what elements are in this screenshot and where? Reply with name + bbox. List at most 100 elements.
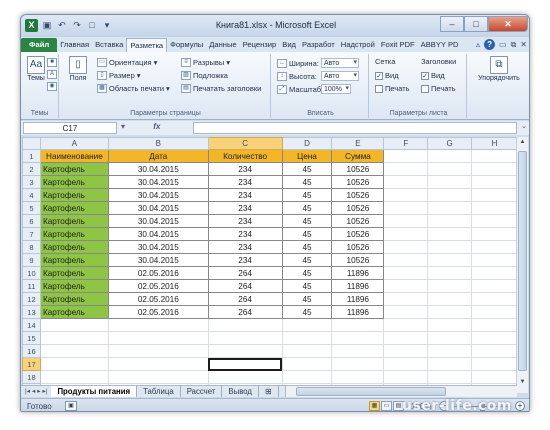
tab-1[interactable]: Главная	[57, 38, 92, 52]
scroll-up-icon[interactable]: ▲	[517, 137, 528, 148]
cell-f3[interactable]	[383, 175, 429, 189]
margins-button[interactable]: ▯ Поля	[65, 56, 91, 83]
cell-e12[interactable]: 11896	[331, 292, 385, 306]
cell-h16[interactable]	[471, 344, 518, 358]
cell-d5[interactable]: 45	[281, 201, 333, 215]
column-header-g[interactable]: G	[427, 137, 473, 150]
cell-d9[interactable]: 45	[281, 253, 333, 267]
cell-c6[interactable]: 234	[207, 214, 283, 228]
cell-g8[interactable]	[427, 240, 473, 254]
row-header[interactable]: 17	[22, 357, 41, 371]
cell-e2[interactable]: 10526	[331, 162, 385, 176]
row-header[interactable]: 13	[22, 305, 41, 319]
cell-h18[interactable]	[471, 370, 518, 384]
print-titles-button[interactable]: ▤ Печатать заголовки	[181, 84, 261, 93]
cell-a12[interactable]: Картофель	[39, 292, 109, 306]
row-header[interactable]: 18	[22, 370, 41, 384]
cell-d2[interactable]: 45	[281, 162, 333, 176]
orientation-button[interactable]: ▭ Ориентация ▾	[97, 58, 157, 67]
cell-c2[interactable]: 234	[207, 162, 283, 176]
print-area-button[interactable]: ▦ Область печати ▾	[97, 84, 170, 93]
maximize-button[interactable]: □	[464, 16, 488, 32]
cell-h13[interactable]	[471, 305, 518, 319]
cell-e13[interactable]: 11896	[331, 305, 385, 319]
row-header[interactable]: 9	[22, 253, 41, 267]
close-workbook-button[interactable]: ✕	[520, 38, 527, 52]
cell-f1[interactable]	[383, 149, 429, 163]
cell-e18[interactable]	[331, 370, 385, 384]
insert-sheet-icon[interactable]: ⊞	[259, 386, 279, 397]
cell-f8[interactable]	[383, 240, 429, 254]
cell-d1[interactable]: Цена	[281, 149, 333, 163]
sheet-tab-2[interactable]: Рассчет	[181, 386, 223, 397]
cell-b9[interactable]: 30.04.2015	[107, 253, 209, 267]
row-header[interactable]: 14	[22, 318, 41, 332]
cell-a13[interactable]: Картофель	[39, 305, 109, 319]
cell-g11[interactable]	[427, 279, 473, 293]
tab-4[interactable]: Формулы	[167, 38, 206, 52]
cell-c18[interactable]	[207, 370, 283, 384]
column-header-c[interactable]: C	[207, 137, 283, 150]
cell-h11[interactable]	[471, 279, 518, 293]
cell-a10[interactable]: Картофель	[39, 266, 109, 280]
cell-f10[interactable]	[383, 266, 429, 280]
vertical-scrollbar[interactable]: ▲ ▼	[516, 137, 528, 393]
headings-view-checkbox[interactable]: ✓	[421, 71, 429, 80]
row-header[interactable]: 1	[22, 149, 41, 163]
scale-spinner[interactable]: 100%	[321, 84, 351, 94]
cell-e14[interactable]	[331, 318, 385, 332]
cell-b2[interactable]: 30.04.2015	[107, 162, 209, 176]
cell-h15[interactable]	[471, 331, 518, 345]
cell-a2[interactable]: Картофель	[39, 162, 109, 176]
cell-b5[interactable]: 30.04.2015	[107, 201, 209, 215]
cell-e4[interactable]: 10526	[331, 188, 385, 202]
cell-c7[interactable]: 234	[207, 227, 283, 241]
row-header[interactable]: 8	[22, 240, 41, 254]
cell-h17[interactable]	[471, 357, 518, 371]
prev-sheet-icon[interactable]: ◂	[32, 386, 35, 397]
cell-c15[interactable]	[207, 331, 283, 345]
cell-a6[interactable]: Картофель	[39, 214, 109, 228]
cell-h10[interactable]	[471, 266, 518, 280]
sheet-tab-0[interactable]: Продукты питания	[51, 386, 138, 397]
caret-up-icon[interactable]: ▵	[476, 38, 480, 52]
cell-d17[interactable]	[281, 357, 333, 371]
breaks-button[interactable]: ≡ Разрывы ▾	[181, 58, 230, 67]
cell-g6[interactable]	[427, 214, 473, 228]
cell-e5[interactable]: 10526	[331, 201, 385, 215]
cell-f2[interactable]	[383, 162, 429, 176]
cell-e3[interactable]: 10526	[331, 175, 385, 189]
cell-f18[interactable]	[383, 370, 429, 384]
row-header[interactable]: 11	[22, 279, 41, 293]
cell-f11[interactable]	[383, 279, 429, 293]
cell-h2[interactable]	[471, 162, 518, 176]
cell-e17[interactable]	[331, 357, 385, 371]
gridlines-print-checkbox[interactable]: ✓	[375, 84, 383, 93]
tab-2[interactable]: Вставка	[92, 38, 126, 52]
next-sheet-icon[interactable]: ▸	[37, 386, 40, 397]
cell-a1[interactable]: Наименование	[39, 149, 109, 163]
cell-c9[interactable]: 234	[207, 253, 283, 267]
row-header[interactable]: 3	[22, 175, 41, 189]
cell-e9[interactable]: 10526	[331, 253, 385, 267]
cell-a4[interactable]: Картофель	[39, 188, 109, 202]
cell-a17[interactable]	[39, 357, 109, 371]
cell-g9[interactable]	[427, 253, 473, 267]
cell-h8[interactable]	[471, 240, 518, 254]
tab-10[interactable]: Foxit PDF	[378, 38, 418, 52]
formula-input[interactable]	[193, 122, 517, 134]
cell-d16[interactable]	[281, 344, 333, 358]
cell-g16[interactable]	[427, 344, 473, 358]
cell-c10[interactable]: 264	[207, 266, 283, 280]
background-button[interactable]: ▨ Подложка	[181, 71, 228, 80]
cell-b13[interactable]: 02.05.2016	[107, 305, 209, 319]
tab-9[interactable]: Надстрой	[338, 38, 378, 52]
cell-e1[interactable]: Сумма	[331, 149, 385, 163]
cell-b10[interactable]: 02.05.2016	[107, 266, 209, 280]
cell-g5[interactable]	[427, 201, 473, 215]
row-header[interactable]: 10	[22, 266, 41, 280]
select-all-corner[interactable]	[22, 137, 41, 150]
cell-c12[interactable]: 264	[207, 292, 283, 306]
horizontal-scroll-thumb[interactable]	[295, 387, 446, 396]
row-header[interactable]: 16	[22, 344, 41, 358]
